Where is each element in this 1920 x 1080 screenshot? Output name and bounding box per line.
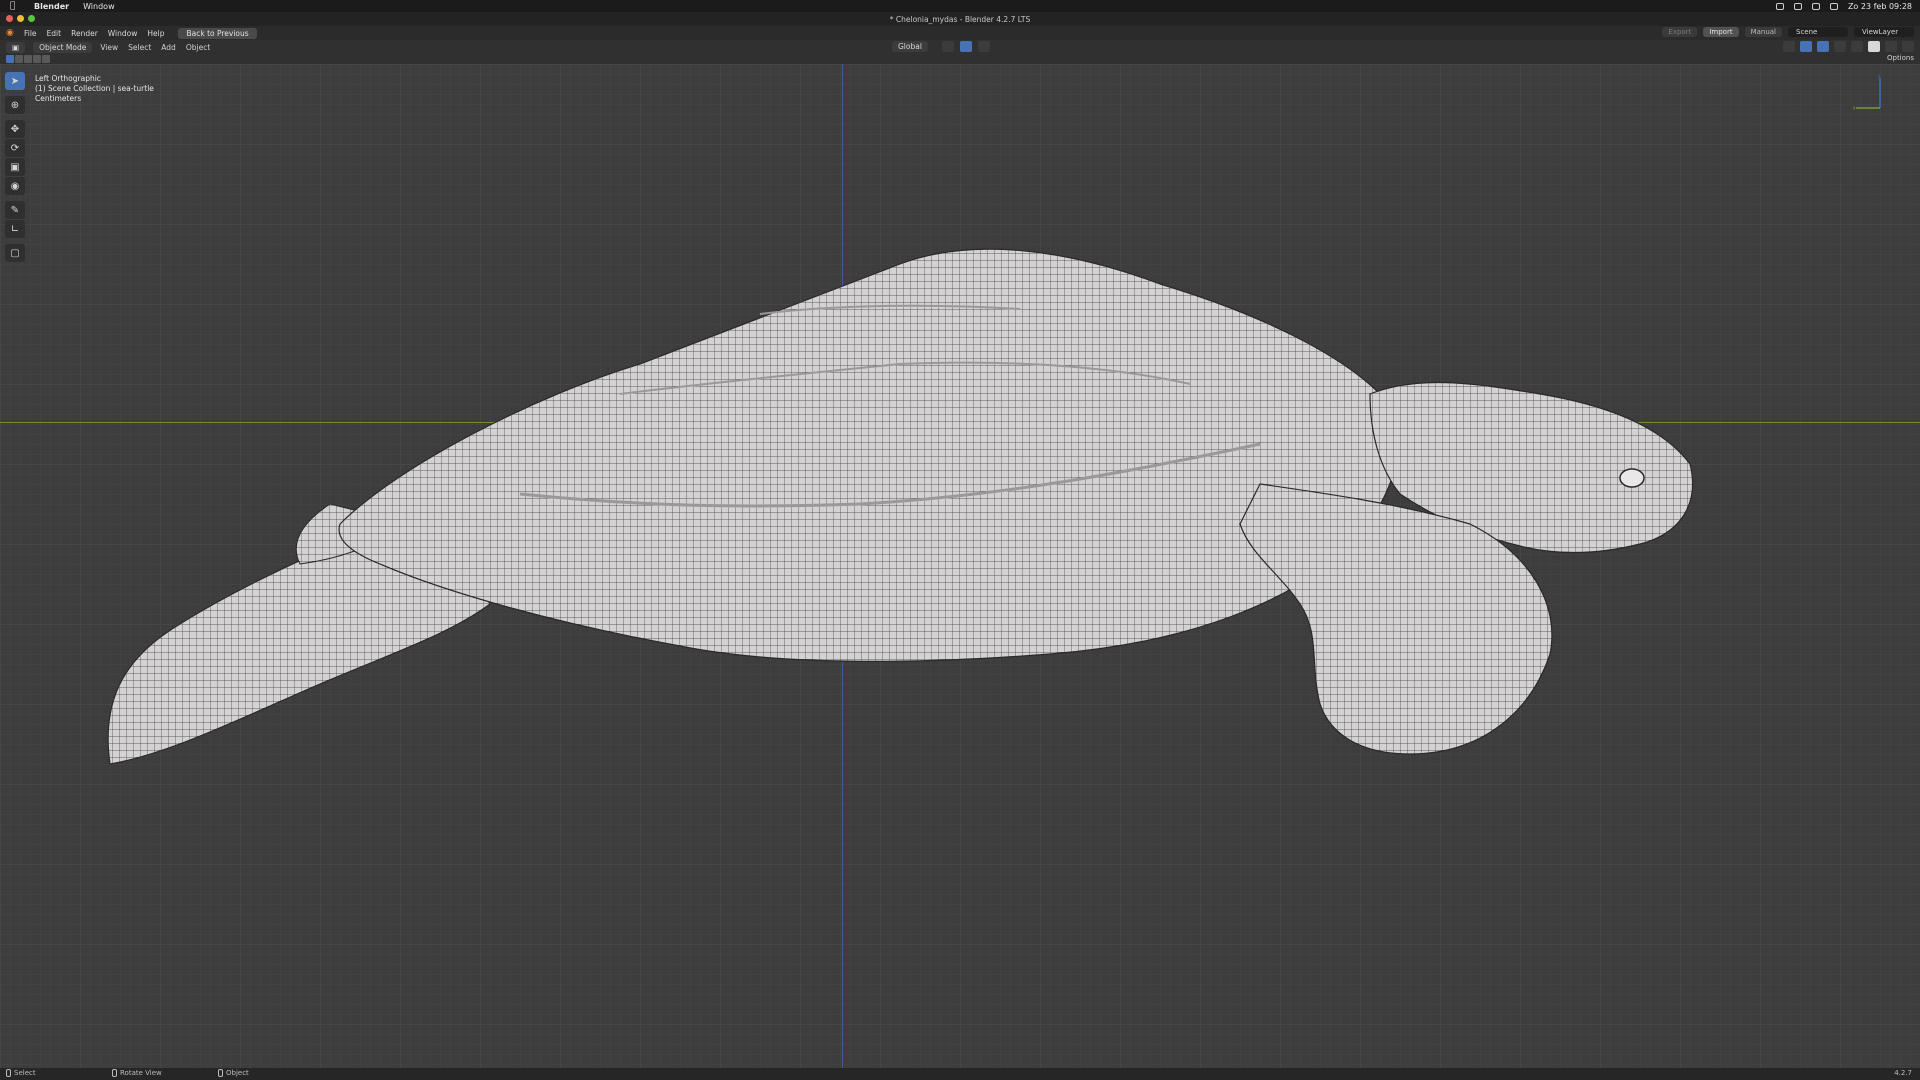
scene-selector[interactable]: Scene — [1788, 27, 1848, 37]
proportional-edit-icon[interactable] — [977, 41, 990, 52]
xray-icon[interactable] — [1834, 41, 1846, 52]
menubar-status-area: Zo 23 feb 09:28 — [1775, 0, 1912, 12]
select-box-tool[interactable]: ➤ — [5, 72, 25, 90]
status-rotate: Rotate View — [112, 1069, 162, 1077]
solid-shading-icon[interactable] — [1868, 41, 1880, 52]
control-center-icon[interactable] — [1829, 2, 1838, 10]
menubar-clock[interactable]: Zo 23 feb 09:28 — [1848, 2, 1912, 11]
select-invert-icon[interactable] — [33, 55, 41, 63]
scale-icon: ▣ — [10, 161, 20, 173]
snap-icon[interactable] — [959, 41, 972, 52]
import-button[interactable]: Import — [1703, 27, 1739, 37]
transform-tool[interactable]: ◉ — [5, 177, 25, 195]
transform-controls: Global — [892, 41, 990, 52]
collection-info: (1) Scene Collection | sea-turtle — [35, 84, 154, 93]
cube-icon: ▢ — [10, 247, 20, 259]
window-title: * Chelonia_mydas - Blender 4.2.7 LTS — [889, 14, 1031, 24]
orientation-dropdown[interactable]: Global — [892, 41, 928, 52]
gizmo-toggle-icon[interactable] — [1800, 41, 1812, 52]
search-icon[interactable] — [1811, 2, 1820, 10]
topbar-right: Export Import Manual Scene ViewLayer — [1662, 27, 1914, 37]
menu-view[interactable]: View — [100, 43, 118, 52]
editor-type-dropdown[interactable]: ▣ — [6, 41, 26, 53]
cursor-arrow-icon: ➤ — [10, 75, 20, 87]
traffic-lights — [6, 15, 35, 22]
menu-window[interactable]: Window — [108, 29, 138, 38]
status-object-label: Object — [226, 1069, 249, 1077]
mouse-right-icon — [218, 1069, 223, 1077]
mouse-left-icon — [6, 1069, 11, 1077]
menubar-window[interactable]: Window — [83, 2, 115, 11]
menu-add[interactable]: Add — [161, 43, 176, 52]
add-cube-tool[interactable]: ▢ — [5, 244, 25, 262]
status-bar: Select Rotate View Object 4.2.7 — [0, 1068, 1920, 1080]
annotate-tool[interactable]: ✎ — [5, 201, 25, 219]
options-dropdown[interactable]: Options — [1887, 54, 1914, 62]
pencil-icon: ✎ — [10, 204, 20, 216]
material-shading-icon[interactable] — [1885, 41, 1897, 52]
status-object: Object — [218, 1069, 249, 1077]
cursor-tool[interactable]: ⊕ — [5, 96, 25, 114]
scale-tool[interactable]: ▣ — [5, 158, 25, 176]
wireframe-shading-icon[interactable] — [1851, 41, 1863, 52]
wifi-icon[interactable] — [1793, 2, 1802, 10]
navigation-gizmo[interactable]: z y — [1850, 74, 1890, 114]
version-label: 4.2.7 — [1894, 1069, 1912, 1077]
mouse-middle-icon — [112, 1069, 117, 1077]
menu-help[interactable]: Help — [147, 29, 164, 38]
menu-object[interactable]: Object — [186, 43, 210, 52]
bluetooth-icon[interactable] — [1775, 2, 1784, 10]
rotate-icon: ⟳ — [10, 142, 20, 154]
move-icon: ✥ — [10, 123, 20, 135]
select-extend-icon[interactable] — [15, 55, 23, 63]
blender-logo-icon[interactable]: ◉ — [6, 28, 16, 38]
export-button[interactable]: Export — [1662, 27, 1698, 37]
menu-file[interactable]: File — [24, 29, 37, 38]
crosshair-icon: ⊕ — [10, 99, 20, 111]
macos-menubar:  Blender Window Zo 23 feb 09:28 — [0, 0, 1920, 12]
viewport-info-overlay: Left Orthographic (1) Scene Collection |… — [35, 74, 154, 104]
gizmo-z-label[interactable]: z — [1878, 74, 1880, 79]
apple-icon[interactable]:  — [10, 1, 20, 11]
minimize-window-button[interactable] — [17, 15, 24, 22]
back-to-previous-button[interactable]: Back to Previous — [178, 27, 257, 39]
blender-topbar: ◉ File Edit Render Window Help Back to P… — [0, 26, 1920, 40]
units-info: Centimeters — [35, 94, 82, 103]
menu-render[interactable]: Render — [71, 29, 98, 38]
transform-icon: ◉ — [10, 180, 20, 192]
gizmo-y-label[interactable]: y — [1853, 105, 1856, 110]
overlay-toggle-icon[interactable] — [1817, 41, 1829, 52]
move-tool[interactable]: ✥ — [5, 120, 25, 138]
ruler-icon: ∟ — [10, 223, 20, 235]
zoom-window-button[interactable] — [28, 15, 35, 22]
menu-select[interactable]: Select — [128, 43, 151, 52]
status-rotate-label: Rotate View — [120, 1069, 162, 1077]
menubar-app-name[interactable]: Blender — [34, 2, 69, 11]
measure-tool[interactable]: ∟ — [5, 220, 25, 238]
window-titlebar: * Chelonia_mydas - Blender 4.2.7 LTS — [0, 12, 1920, 26]
close-window-button[interactable] — [6, 15, 13, 22]
selection-mode-buttons — [6, 55, 50, 63]
visibility-icon[interactable] — [1783, 41, 1795, 52]
rendered-shading-icon[interactable] — [1902, 41, 1914, 52]
select-intersect-icon[interactable] — [42, 55, 50, 63]
viewport-header: ▣ Object Mode View Select Add Object Glo… — [0, 40, 1920, 54]
pivot-icon[interactable] — [941, 41, 954, 52]
3d-viewport[interactable]: Left Orthographic (1) Scene Collection |… — [0, 64, 1920, 1068]
shading-controls — [1783, 41, 1914, 52]
rotate-tool[interactable]: ⟳ — [5, 139, 25, 157]
tool-shelf: ➤ ⊕ ✥ ⟳ ▣ ◉ ✎ ∟ ▢ — [5, 72, 25, 263]
manual-button[interactable]: Manual — [1744, 27, 1782, 37]
status-select-label: Select — [14, 1069, 36, 1077]
tool-header: Options — [0, 54, 1920, 64]
menu-edit[interactable]: Edit — [47, 29, 62, 38]
select-subtract-icon[interactable] — [24, 55, 32, 63]
sea-turtle-mesh[interactable] — [0, 64, 1920, 1068]
select-new-icon[interactable] — [6, 55, 14, 63]
view-name: Left Orthographic — [35, 74, 101, 83]
viewlayer-selector[interactable]: ViewLayer — [1854, 27, 1914, 37]
mode-dropdown[interactable]: Object Mode — [33, 41, 93, 53]
status-select: Select — [6, 1069, 36, 1077]
